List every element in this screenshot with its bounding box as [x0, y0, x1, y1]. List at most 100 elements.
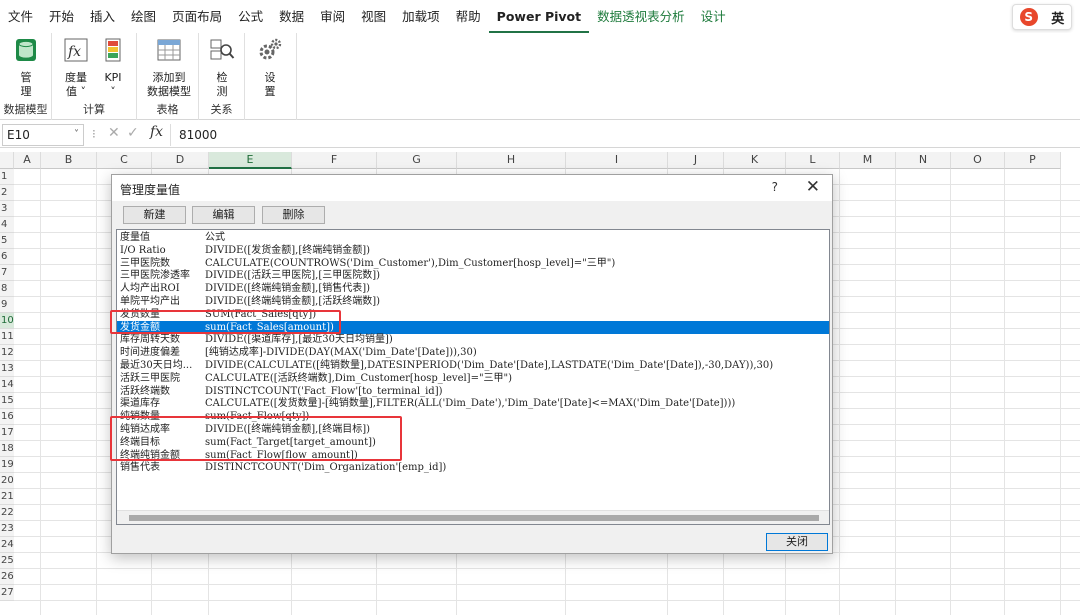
ribbon-tab-9[interactable]: 加载项	[394, 0, 448, 33]
list-item[interactable]: 销售代表 DISTINCTCOUNT('Dim_Organization'[emp…	[117, 461, 829, 474]
row-header[interactable]: 2	[0, 185, 14, 201]
ribbon-tab-1[interactable]: 开始	[41, 0, 82, 33]
ribbon-tab-11[interactable]: Power Pivot	[488, 0, 590, 33]
insert-function-icon[interactable]: fx	[150, 124, 163, 140]
row-header[interactable]: 20	[0, 473, 14, 489]
ribbon-tab-2[interactable]: 插入	[82, 0, 123, 33]
new-button[interactable]: 新建	[123, 206, 186, 224]
list-item[interactable]: 库存周转天数 DIVIDE([渠道库存],[最近30天日均销量])	[117, 333, 829, 346]
gear-icon	[259, 38, 282, 60]
ribbon-tab-7[interactable]: 审阅	[312, 0, 353, 33]
row-header[interactable]: 27	[0, 585, 14, 601]
list-item[interactable]: 活跃终端数 DISTINCTCOUNT('Fact_Flow'[to_termin…	[117, 385, 829, 398]
column-header[interactable]: L	[786, 152, 840, 169]
measures-button[interactable]: fx 度量 值 ˅	[58, 36, 94, 99]
kpi-button[interactable]: KPI ˅	[98, 36, 128, 99]
sogou-logo-icon: S	[1019, 8, 1038, 26]
measures-list[interactable]: 度量值 公式 I/O Ratio DIVIDE([发货金额],[终端纯销金额]) 三…	[116, 229, 830, 525]
list-item[interactable]: 三甲医院数 CALCULATE(COUNTROWS('Dim_Customer')…	[117, 257, 829, 270]
row-header[interactable]: 7	[0, 265, 14, 281]
row-header[interactable]: 24	[0, 537, 14, 553]
ribbon-tab-0[interactable]: 文件	[0, 0, 41, 33]
list-item[interactable]: 三甲医院渗透率 DIVIDE([活跃三甲医院],[三甲医院数])	[117, 269, 829, 282]
ribbon-tab-8[interactable]: 视图	[353, 0, 394, 33]
cancel-icon[interactable]: ✕	[108, 125, 120, 141]
measure-name: 时间进度偏差	[120, 347, 180, 359]
ribbon-tab-13[interactable]: 设计	[693, 0, 734, 33]
list-item[interactable]: 人均产出ROI DIVIDE([终端纯销金额],[销售代表])	[117, 282, 829, 295]
row-header[interactable]: 9	[0, 297, 14, 313]
manage-button[interactable]: 管 理	[8, 36, 44, 99]
list-item[interactable]: I/O Ratio DIVIDE([发货金额],[终端纯销金额])	[117, 244, 829, 257]
ribbon-tab-bar: 文件 开始 插入 绘图 页面布局 公式 数据 审阅 视图 加载项 帮助 Power Pivot 数据透视…	[0, 0, 1080, 33]
add-to-data-model-button[interactable]: 添加到 数据模型	[141, 36, 197, 99]
delete-button[interactable]: 删除	[262, 206, 325, 224]
list-item[interactable]: 时间进度偏差 [纯销达成率]-DIVIDE(DAY(MAX('Dim_Date'[…	[117, 346, 829, 359]
row-header[interactable]: 5	[0, 233, 14, 249]
ribbon-tab-3[interactable]: 绘图	[123, 0, 164, 33]
row-header[interactable]: 3	[0, 201, 14, 217]
list-item[interactable]: 单院平均产出 DIVIDE([终端纯销金额],[活跃终端数])	[117, 295, 829, 308]
help-icon[interactable]: ?	[772, 180, 778, 194]
ribbon-tab-10[interactable]: 帮助	[448, 0, 489, 33]
column-header[interactable]: A	[14, 152, 41, 169]
measure-name: 活跃三甲医院	[120, 372, 180, 384]
row-header[interactable]: 21	[0, 489, 14, 505]
row-header[interactable]: 18	[0, 441, 14, 457]
formula-input[interactable]: 81000	[170, 124, 1080, 146]
column-header[interactable]: B	[41, 152, 97, 169]
scrollbar-thumb[interactable]	[129, 515, 819, 521]
row-header[interactable]: 8	[0, 281, 14, 297]
row-header[interactable]: 1	[0, 169, 14, 185]
row-header[interactable]: 23	[0, 521, 14, 537]
row-header[interactable]: 4	[0, 217, 14, 233]
row-header[interactable]: 16	[0, 409, 14, 425]
horizontal-scrollbar[interactable]	[117, 510, 829, 524]
grid-row-line	[14, 584, 1080, 585]
column-header[interactable]: K	[724, 152, 786, 169]
row-header[interactable]: 10	[0, 313, 14, 329]
list-item[interactable]: 活跃三甲医院 CALCULATE([活跃终端数],Dim_Customer[hos…	[117, 372, 829, 385]
row-header[interactable]: 15	[0, 393, 14, 409]
column-header[interactable]: M	[840, 152, 896, 169]
ribbon-tab-12[interactable]: 数据透视表分析	[589, 0, 693, 33]
column-header[interactable]: H	[457, 152, 566, 169]
list-item[interactable]: 渠道库存 CALCULATE([发货数量]-[纯销数量],FILTER(ALL('…	[117, 397, 829, 410]
row-header[interactable]: 13	[0, 361, 14, 377]
chevron-down-icon[interactable]: ˅	[74, 125, 79, 145]
column-header[interactable]: J	[668, 152, 724, 169]
column-header[interactable]: E	[209, 152, 292, 169]
ribbon-tab-5[interactable]: 公式	[230, 0, 271, 33]
row-header[interactable]: 22	[0, 505, 14, 521]
row-header[interactable]: 19	[0, 457, 14, 473]
edit-button[interactable]: 编辑	[192, 206, 255, 224]
column-header[interactable]: C	[97, 152, 152, 169]
row-header[interactable]: 12	[0, 345, 14, 361]
select-all-corner[interactable]	[0, 152, 14, 169]
detect-button[interactable]: 检 测	[207, 36, 237, 99]
row-header[interactable]: 25	[0, 553, 14, 569]
column-header[interactable]: O	[951, 152, 1005, 169]
ime-indicator[interactable]: S 英	[1012, 4, 1072, 30]
enter-check-icon[interactable]: ✓	[127, 125, 139, 141]
row-header[interactable]: 14	[0, 377, 14, 393]
name-box[interactable]: E10 ˅	[2, 124, 84, 146]
manage-data-model-icon	[16, 39, 36, 61]
row-header[interactable]: 26	[0, 569, 14, 585]
column-header[interactable]: D	[152, 152, 209, 169]
column-header[interactable]: F	[292, 152, 377, 169]
settings-button[interactable]: 设 置	[255, 36, 285, 99]
row-header[interactable]: 6	[0, 249, 14, 265]
list-header: 度量值 公式	[117, 231, 829, 244]
column-header[interactable]: P	[1005, 152, 1061, 169]
close-dialog-button[interactable]: 关闭	[766, 533, 828, 551]
close-icon[interactable]: ✕	[806, 177, 820, 197]
ribbon-tab-4[interactable]: 页面布局	[164, 0, 230, 33]
ribbon-tab-6[interactable]: 数据	[271, 0, 312, 33]
row-header[interactable]: 11	[0, 329, 14, 345]
column-header[interactable]: G	[377, 152, 457, 169]
list-item[interactable]: 最近30天日均... DIVIDE(CALCULATE([纯销数量],DATESI…	[117, 359, 829, 372]
column-header[interactable]: N	[896, 152, 951, 169]
row-header[interactable]: 17	[0, 425, 14, 441]
column-header[interactable]: I	[566, 152, 668, 169]
